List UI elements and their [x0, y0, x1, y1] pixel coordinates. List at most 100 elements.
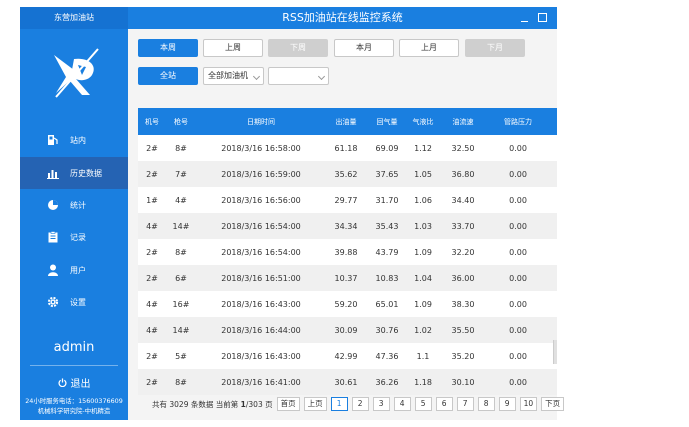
- cell: 2#: [146, 247, 158, 257]
- cell: 36.26: [375, 377, 399, 387]
- this-week-button[interactable]: 本周: [138, 39, 198, 57]
- page-button-3[interactable]: 3: [372, 397, 390, 411]
- cell: 16#: [172, 299, 190, 309]
- cell: 30.76: [375, 325, 399, 335]
- hotline: 24小时服务电话：15600376609 机械科学研究院-中机精造: [20, 396, 128, 416]
- cell: 30.61: [334, 377, 358, 387]
- cell: 0.00: [509, 169, 527, 179]
- power-icon: [57, 378, 67, 387]
- minimize-button[interactable]: [520, 12, 530, 24]
- table-row: 2# 5# 2018/3/16 16:43:00 42.99 47.36 1.1 35.20…: [138, 343, 557, 369]
- page-button-7[interactable]: 7: [456, 397, 474, 411]
- cell: 14#: [172, 325, 190, 335]
- page-button-8[interactable]: 8: [477, 397, 495, 411]
- col-header: 管路压力: [504, 117, 532, 126]
- cell: 31.70: [375, 195, 399, 205]
- logo-icon: [54, 48, 99, 98]
- cell: 29.77: [334, 195, 358, 205]
- table-row: 4# 14# 2018/3/16 16:54:00 34.34 35.43 1.03 33.…: [138, 213, 557, 239]
- cell: 1.09: [414, 247, 432, 257]
- cell: 14#: [172, 221, 190, 231]
- scrollbar-handle[interactable]: [553, 340, 557, 364]
- page-button-6[interactable]: 6: [435, 397, 453, 411]
- page-button-5[interactable]: 5: [414, 397, 432, 411]
- gear-icon: [46, 295, 60, 309]
- cell: 1.18: [414, 377, 432, 387]
- sidebar-item-settings[interactable]: 设置: [20, 286, 128, 318]
- col-header: 油流速: [452, 117, 474, 126]
- user-icon: [46, 263, 60, 277]
- last-week-button[interactable]: 上周: [203, 39, 263, 57]
- cell: 1.12: [414, 143, 432, 153]
- prev-page-button[interactable]: 上页: [303, 397, 327, 411]
- cell: 38.30: [451, 299, 475, 309]
- cell: 35.43: [375, 221, 399, 231]
- this-month-button[interactable]: 本月: [334, 39, 394, 57]
- cell: 4#: [146, 325, 158, 335]
- next-week-button[interactable]: 下周: [268, 39, 328, 57]
- cell: 10.83: [375, 273, 399, 283]
- pagination: 共有 3029 条数据 当前第 1/303 页 首页 上页 1 2 3 4 5 …: [152, 397, 565, 411]
- page-button-4[interactable]: 4: [393, 397, 411, 411]
- username: admin: [53, 340, 95, 355]
- bar-chart-icon: [46, 166, 60, 180]
- cell: 6#: [175, 273, 187, 283]
- cell: 32.20: [451, 247, 475, 257]
- sidebar-item-label: 用户: [70, 265, 86, 275]
- cell: 1.04: [414, 273, 432, 283]
- first-page-button[interactable]: 首页: [276, 397, 300, 411]
- sidebar-item-users[interactable]: 用户: [20, 254, 128, 286]
- cell: 0.00: [509, 351, 527, 361]
- sidebar-item-label: 统计: [70, 200, 86, 210]
- pie-chart-icon: [46, 198, 60, 212]
- table-row: 2# 8# 2018/3/16 16:54:00 39.88 43.79 1.09 32.2…: [138, 239, 557, 265]
- sidebar-item-history[interactable]: 历史数据: [20, 157, 128, 189]
- cell: 0.00: [509, 221, 527, 231]
- cell: 36.80: [451, 169, 475, 179]
- maximize-button[interactable]: [538, 13, 547, 22]
- sidebar-item-label: 记录: [70, 232, 86, 242]
- page-button-10[interactable]: 10: [519, 397, 538, 411]
- history-table: 机号 枪号 日期时间 出油量 回气量 气液比 油流速 管路压力 2# 8# 2018…: [138, 108, 557, 395]
- cell: 42.99: [334, 351, 358, 361]
- cell: 30.10: [451, 377, 475, 387]
- sidebar-item-station[interactable]: 站内: [20, 124, 128, 156]
- page-button-2[interactable]: 2: [351, 397, 369, 411]
- cell: 2#: [146, 143, 158, 153]
- col-header: 机号: [145, 117, 159, 126]
- last-month-button[interactable]: 上月: [399, 39, 459, 57]
- cell: 1.09: [414, 299, 432, 309]
- cell: 4#: [146, 299, 158, 309]
- page-button-9[interactable]: 9: [498, 397, 516, 411]
- col-header: 枪号: [174, 117, 188, 126]
- cell: 5#: [175, 351, 187, 361]
- logout-button[interactable]: 退出: [20, 375, 128, 390]
- fuel-pump-icon: [46, 133, 60, 147]
- cell: 2018/3/16 16:43:00: [221, 299, 301, 309]
- col-header: 出油量: [335, 117, 357, 126]
- table-row: 2# 8# 2018/3/16 16:58:00 61.18 69.09 1.12 32.5…: [138, 135, 557, 161]
- table-row: 2# 6# 2018/3/16 16:51:00 10.37 10.83 1.04 36.0…: [138, 265, 557, 291]
- cell: 2#: [146, 273, 158, 283]
- total-count: 3029: [169, 399, 189, 409]
- cell: 61.18: [334, 143, 358, 153]
- col-header: 日期时间: [247, 117, 275, 126]
- next-month-button[interactable]: 下月: [465, 39, 525, 57]
- sidebar-item-records[interactable]: 记录: [20, 221, 128, 253]
- cell: 35.50: [451, 325, 475, 335]
- cell: 2018/3/16 16:41:00: [221, 377, 301, 387]
- all-station-button[interactable]: 全站: [138, 67, 198, 85]
- chevron-down-icon: [252, 72, 261, 81]
- machine-select[interactable]: 全部加油机: [203, 67, 264, 85]
- chevron-down-icon: [317, 72, 326, 81]
- page-button-1[interactable]: 1: [330, 397, 348, 411]
- nozzle-select[interactable]: [268, 67, 329, 85]
- main-content: 本周 上周 下周 本月 上月 下月 全站 全部加油机 机号 枪号 日期时间 出油…: [128, 29, 565, 420]
- cell: 43.79: [375, 247, 399, 257]
- cell: 0.00: [509, 143, 527, 153]
- sidebar-item-statistics[interactable]: 统计: [20, 189, 128, 221]
- logout-label: 退出: [70, 379, 91, 390]
- sidebar: 东营加油站 站内 历史数据 统计 记录 用户 设置 admin 退出 24小时服…: [20, 7, 128, 420]
- app-title: RSS加油站在线监控系统: [282, 11, 403, 24]
- next-page-button[interactable]: 下页: [541, 397, 565, 411]
